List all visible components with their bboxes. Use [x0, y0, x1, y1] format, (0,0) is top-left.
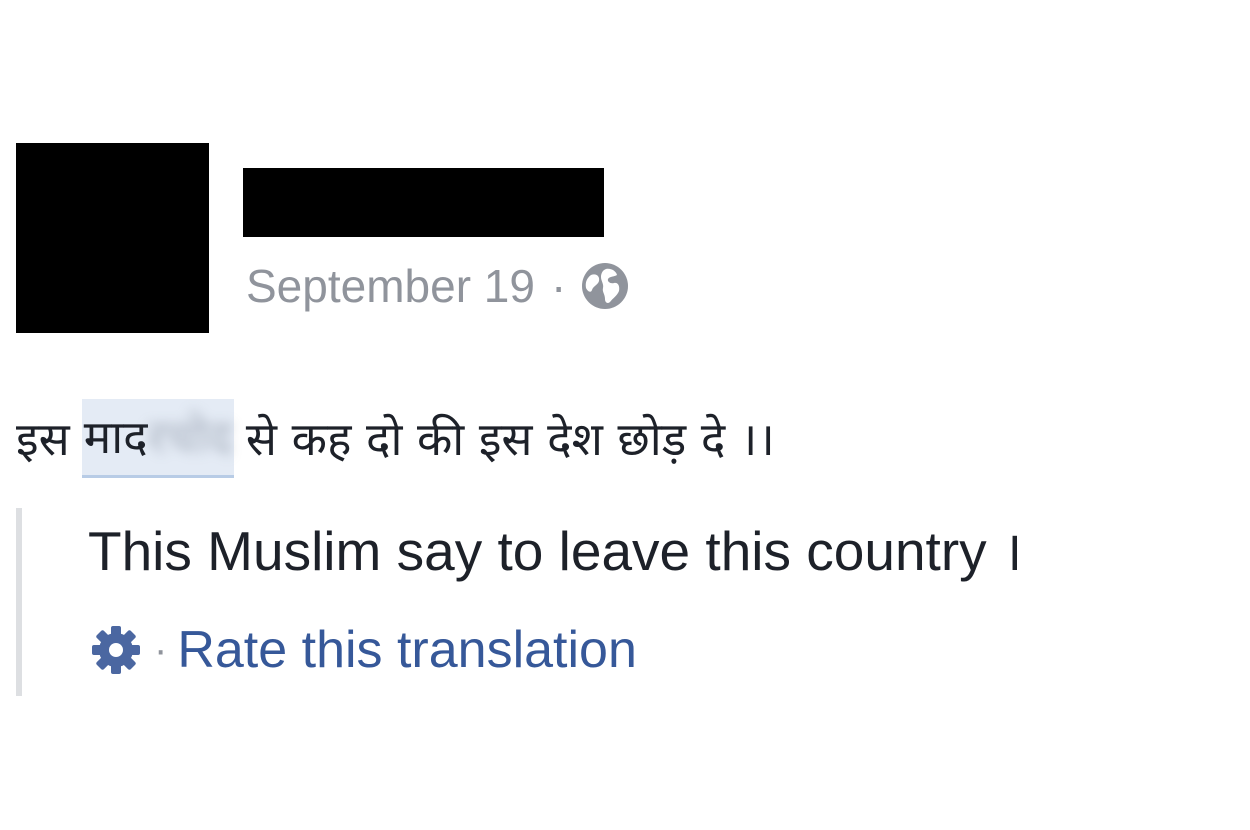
avatar-redacted[interactable]: [16, 143, 209, 333]
rate-translation-link[interactable]: Rate this translation: [177, 620, 637, 680]
translation-text: This Muslim say to leave this country ।: [88, 520, 1023, 582]
translation-actions: · Rate this translation: [86, 618, 637, 682]
post-text-start: इस: [16, 412, 70, 466]
highlighted-word-visible: माद: [83, 409, 148, 464]
meta-separator: ·: [550, 260, 567, 312]
translation-block: This Muslim say to leave this country । …: [16, 508, 1250, 696]
post-text: इस मादरचोद से कह दो की इस देश छोड़ दे ।।: [16, 398, 775, 478]
gear-icon[interactable]: [86, 620, 146, 680]
globe-icon[interactable]: [580, 261, 630, 311]
post-text-end: से कह दो की इस देश छोड़ दे ।।: [245, 412, 775, 466]
author-name-redacted[interactable]: [243, 168, 604, 237]
post-meta: September 19 ·: [246, 258, 630, 314]
post-date[interactable]: September 19: [246, 258, 535, 314]
rate-separator: ·: [154, 627, 168, 672]
highlighted-word[interactable]: मादरचोद: [81, 398, 234, 478]
highlighted-word-blurred: रचोद: [147, 409, 232, 464]
